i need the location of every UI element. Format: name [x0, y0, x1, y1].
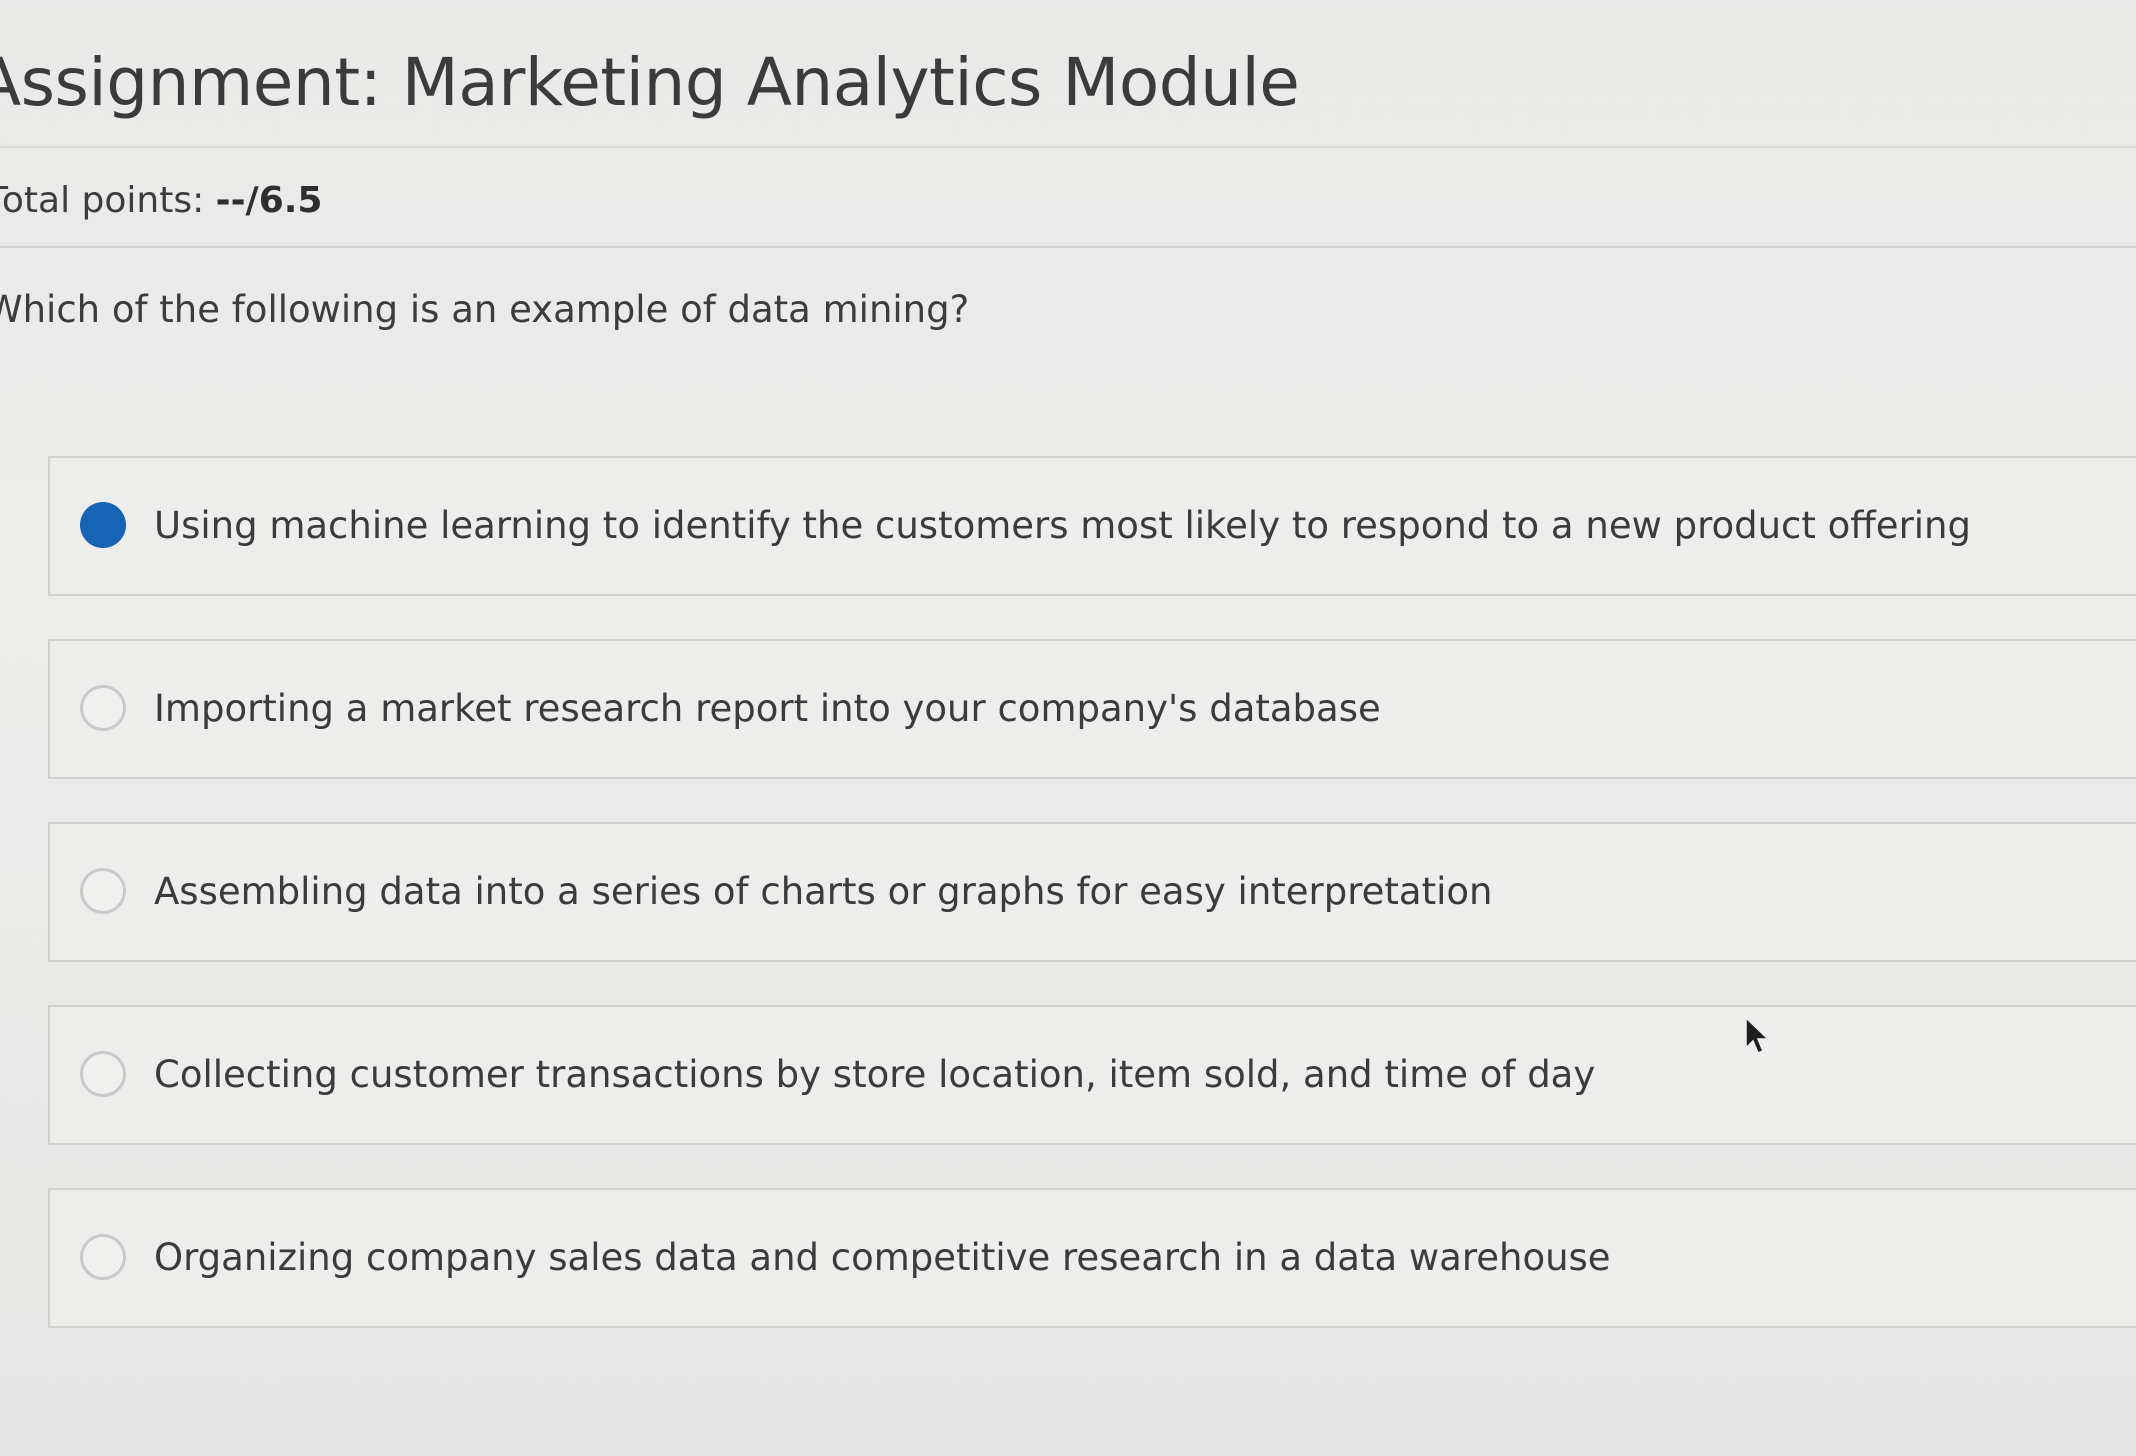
radio-button[interactable]	[80, 1234, 126, 1280]
answer-option-3[interactable]: Assembling data into a series of charts …	[48, 822, 2136, 962]
assignment-title: Assignment: Marketing Analytics Module	[0, 44, 1300, 121]
question-text: Which of the following is an example of …	[0, 288, 970, 331]
total-points-label: Total points:	[0, 180, 216, 221]
title-divider	[0, 146, 2136, 148]
answer-option-4[interactable]: Collecting customer transactions by stor…	[48, 1005, 2136, 1145]
points-divider	[0, 246, 2136, 248]
mouse-pointer-icon	[1745, 1016, 1770, 1054]
radio-button[interactable]	[80, 868, 126, 914]
answer-option-2[interactable]: Importing a market research report into …	[48, 639, 2136, 779]
answer-option-5[interactable]: Organizing company sales data and compet…	[48, 1188, 2136, 1328]
answer-option-label: Collecting customer transactions by stor…	[154, 1053, 1596, 1096]
radio-button[interactable]	[80, 685, 126, 731]
answer-option-label: Assembling data into a series of charts …	[154, 870, 1493, 913]
assignment-page: Assignment: Marketing Analytics Module T…	[0, 0, 2136, 1456]
answer-option-label: Organizing company sales data and compet…	[154, 1236, 1611, 1279]
total-points-value: --/6.5	[215, 180, 323, 221]
radio-button[interactable]	[80, 1051, 126, 1097]
total-points: Total points: --/6.5	[0, 180, 322, 221]
answer-option-label: Using machine learning to identify the c…	[154, 504, 1971, 547]
radio-button-selected[interactable]	[80, 502, 126, 548]
answer-option-label: Importing a market research report into …	[154, 687, 1381, 730]
answer-option-1[interactable]: Using machine learning to identify the c…	[48, 456, 2136, 596]
